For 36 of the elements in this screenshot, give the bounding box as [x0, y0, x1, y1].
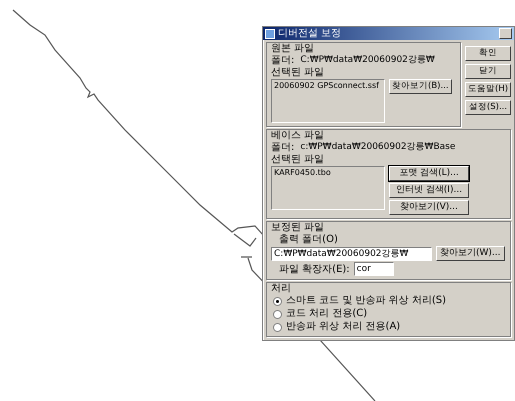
- group-label: 베이스 파일: [271, 130, 326, 141]
- folder-label: 폴더:: [271, 142, 294, 153]
- group-label: 원본 파일: [271, 43, 316, 54]
- dialog-button[interactable]: 설정(S)...: [465, 100, 511, 115]
- selected-file-label: 선택된 파일: [271, 154, 326, 165]
- dialog-button[interactable]: 도움말(H): [465, 82, 511, 97]
- window-title: 디버전설 보정: [278, 28, 342, 40]
- close-button[interactable]: [499, 28, 512, 39]
- folder-path: C:₩P₩data₩20060902강릉₩: [300, 55, 435, 66]
- selected-file-label: 선택된 파일: [271, 67, 326, 78]
- app-icon: [265, 28, 275, 38]
- radio-button[interactable]: [273, 296, 282, 306]
- browse-button[interactable]: 찾아보기(W)...: [436, 246, 505, 261]
- extension-label: 파일 확장자(E):: [279, 264, 350, 274]
- radio-button[interactable]: [273, 322, 282, 332]
- dialog-button[interactable]: 닫기: [465, 64, 511, 79]
- radio-button[interactable]: [273, 310, 282, 318]
- file-item[interactable]: KARF0450.tbo: [274, 168, 331, 178]
- file-item[interactable]: 20060902 GPSconnect.ssf: [274, 81, 379, 91]
- folder-label: 폴더:: [271, 55, 294, 66]
- search-button[interactable]: 인터넷 검색(I)...: [389, 183, 469, 198]
- file-list[interactable]: KARF0450.tbo: [271, 166, 385, 210]
- folder-path: c:₩P₩data₩20060902강릉₩Base: [300, 142, 456, 153]
- folder-field[interactable]: C:₩P₩data₩20060902강릉₩: [271, 246, 432, 260]
- group-label: 처리: [271, 283, 292, 294]
- option-label[interactable]: 반송파 위상 처리 전용(A): [286, 321, 400, 333]
- option-label[interactable]: 코드 처리 전용(C): [286, 308, 368, 320]
- file-list[interactable]: 20060902 GPSconnect.ssf: [271, 79, 385, 123]
- extension-field[interactable]: cor: [354, 262, 394, 276]
- browse-button[interactable]: 찾아보기(B)...: [389, 79, 452, 94]
- search-button[interactable]: 찾아보기(V)...: [389, 200, 469, 215]
- dialog-button[interactable]: 확인: [465, 46, 511, 61]
- group-label: 보정된 파일: [271, 222, 326, 233]
- output-folder-label: 출력 폴더(O): [278, 234, 339, 245]
- search-button[interactable]: 포맷 검색(L)...: [389, 166, 469, 181]
- option-label[interactable]: 스마트 코드 및 반송파 위상 처리(S): [286, 295, 446, 307]
